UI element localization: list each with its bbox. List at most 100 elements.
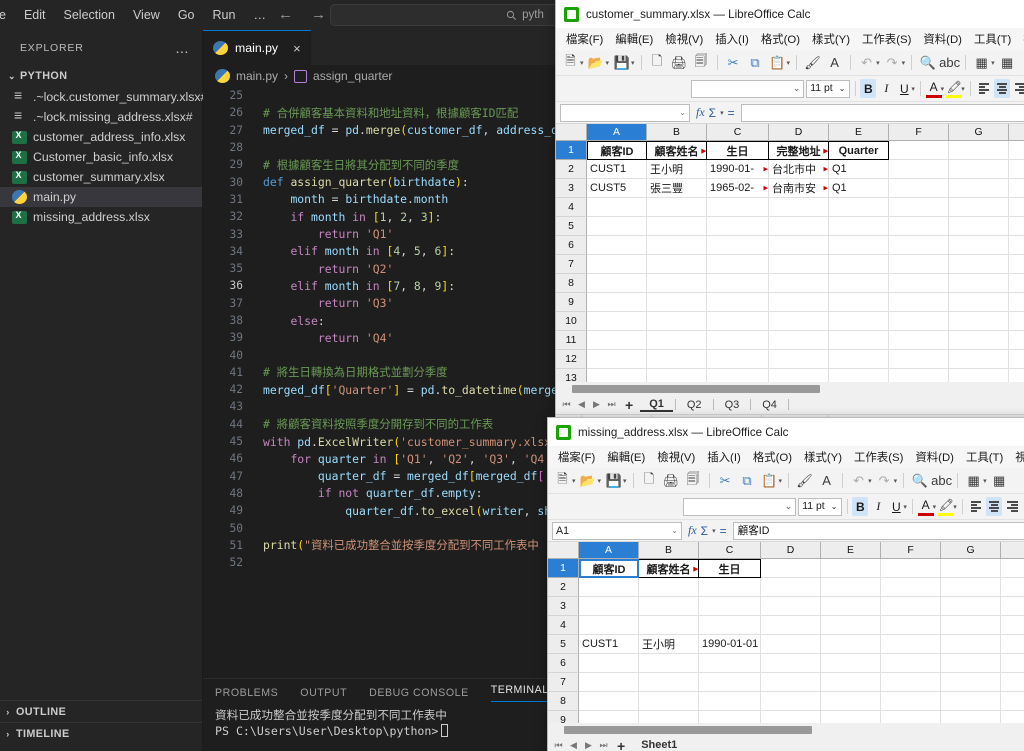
formula-equals-icon[interactable]: = <box>728 106 735 120</box>
cell-B11[interactable] <box>647 331 707 350</box>
cell-A2[interactable]: CUST1 <box>587 160 647 179</box>
calc-menu-item-9[interactable]: 視窗(W) <box>1017 31 1024 47</box>
calc-menu-item-0[interactable]: 檔案(F) <box>560 31 609 47</box>
menu-item-file[interactable]: e <box>0 4 15 26</box>
cell-G8[interactable] <box>941 692 1001 711</box>
font-color-button[interactable]: A <box>926 79 942 98</box>
cell-B6[interactable] <box>647 236 707 255</box>
cell-G3[interactable] <box>941 597 1001 616</box>
cell-H13[interactable] <box>1009 369 1024 382</box>
cell-E5[interactable] <box>829 217 889 236</box>
new-doc-icon[interactable]: 🗎 <box>553 471 572 490</box>
cell-B1[interactable]: 顧客姓名 <box>647 141 707 160</box>
cell-H3[interactable] <box>1001 597 1024 616</box>
cell-E4[interactable] <box>829 198 889 217</box>
sum-icon[interactable]: Σ <box>701 524 708 538</box>
cell-H7[interactable] <box>1009 255 1024 274</box>
panel-tab-debug-console[interactable]: DEBUG CONSOLE <box>369 687 469 699</box>
cell-F5[interactable] <box>881 635 941 654</box>
row-header-4[interactable]: 4 <box>556 198 587 217</box>
row-header-3[interactable]: 3 <box>556 179 587 198</box>
cell-E10[interactable] <box>829 312 889 331</box>
cell-B8[interactable] <box>647 274 707 293</box>
row-header-9[interactable]: 9 <box>548 711 579 723</box>
row-header-9[interactable]: 9 <box>556 293 587 312</box>
column-header-D[interactable]: D <box>761 542 821 559</box>
row-header-6[interactable]: 6 <box>548 654 579 673</box>
cell-F11[interactable] <box>889 331 949 350</box>
cell-F5[interactable] <box>889 217 949 236</box>
cell-C5[interactable]: 1990-01-01 <box>699 635 761 654</box>
cell-A2[interactable] <box>579 578 639 597</box>
cell-A11[interactable] <box>587 331 647 350</box>
align-right-button[interactable] <box>1004 497 1020 516</box>
cell-F8[interactable] <box>881 692 941 711</box>
cell-G13[interactable] <box>949 369 1009 382</box>
cell-E4[interactable] <box>821 616 881 635</box>
row-header-8[interactable]: 8 <box>556 274 587 293</box>
cell-A9[interactable] <box>579 711 639 723</box>
sum-icon[interactable]: Σ <box>709 106 716 120</box>
cell-F10[interactable] <box>889 312 949 331</box>
sheet-nav-next-icon[interactable]: ▶ <box>590 399 603 410</box>
calc-menu-item-7[interactable]: 資料(D) <box>917 31 968 47</box>
horizontal-scrollbar[interactable] <box>556 382 1024 395</box>
calc-menu-item-5[interactable]: 樣式(Y) <box>806 31 856 47</box>
cell-G9[interactable] <box>941 711 1001 723</box>
menu-item-more[interactable]: … <box>244 4 275 26</box>
cell-D11[interactable] <box>769 331 829 350</box>
cell-G1[interactable] <box>949 141 1009 160</box>
column-header-B[interactable]: B <box>647 124 707 141</box>
cell-A13[interactable] <box>587 369 647 382</box>
column-header-G[interactable]: G <box>941 542 1001 559</box>
calc-menu-item-6[interactable]: 工作表(S) <box>848 449 909 465</box>
cell-C9[interactable] <box>707 293 769 312</box>
calc-menu-item-3[interactable]: 插入(I) <box>709 31 755 47</box>
panel-tab-terminal[interactable]: TERMINAL <box>491 684 549 702</box>
calc-menu-item-4[interactable]: 格式(O) <box>747 449 798 465</box>
row-header-13[interactable]: 13 <box>556 369 587 382</box>
file-item-main-py[interactable]: main.py <box>0 187 202 207</box>
font-size-select[interactable]: 11 pt ⌄ <box>806 80 849 98</box>
cell-G5[interactable] <box>949 217 1009 236</box>
cell-E2[interactable]: Q1 <box>829 160 889 179</box>
cell-B5[interactable]: 王小明 <box>639 635 699 654</box>
cut-icon[interactable]: ✂ <box>716 471 735 490</box>
function-wizard-icon[interactable]: fx <box>696 105 705 120</box>
cell-A4[interactable] <box>579 616 639 635</box>
cell-G5[interactable] <box>941 635 1001 654</box>
redo-icon[interactable]: ↷ <box>883 53 902 72</box>
file-item-customer-basic-info[interactable]: Customer_basic_info.xlsx <box>0 147 202 167</box>
cell-H9[interactable] <box>1009 293 1024 312</box>
bold-button[interactable]: B <box>852 497 868 516</box>
cell-D1[interactable]: 完整地址 <box>769 141 829 160</box>
formula-input[interactable] <box>741 104 1024 122</box>
calc-menu-item-6[interactable]: 工作表(S) <box>856 31 917 47</box>
calc-window-customer-summary[interactable]: customer_summary.xlsx — LibreOffice Calc… <box>556 0 1024 422</box>
cell-C2[interactable]: 1990-01- <box>707 160 769 179</box>
cell-A6[interactable] <box>579 654 639 673</box>
calc-menu-item-8[interactable]: 工具(T) <box>960 449 1009 465</box>
font-name-select[interactable]: ⌄ <box>683 498 796 516</box>
row-header-12[interactable]: 12 <box>556 350 587 369</box>
row-header-6[interactable]: 6 <box>556 236 587 255</box>
new-doc-icon[interactable]: 🗎 <box>561 53 580 72</box>
cell-D2[interactable]: 台北市中 <box>769 160 829 179</box>
row-header-4[interactable]: 4 <box>548 616 579 635</box>
sheet-tab-Q3[interactable]: Q3 <box>716 399 749 411</box>
cell-H2[interactable] <box>1009 160 1024 179</box>
table-icon[interactable]: ▦ <box>964 471 983 490</box>
cell-A7[interactable] <box>587 255 647 274</box>
calc-menu-item-4[interactable]: 格式(O) <box>755 31 806 47</box>
cell-D7[interactable] <box>761 673 821 692</box>
cell-C1[interactable]: 生日 <box>699 559 761 578</box>
copy-icon[interactable]: ⧉ <box>738 471 757 490</box>
cell-F12[interactable] <box>889 350 949 369</box>
chevron-down-icon[interactable]: ▾ <box>961 85 965 93</box>
align-center-button[interactable] <box>994 79 1010 98</box>
sheet-nav-next-icon[interactable]: ▶ <box>582 740 595 751</box>
spelling-icon[interactable]: abc <box>940 53 959 72</box>
sheet-nav-last-icon[interactable]: ⏭ <box>605 399 618 410</box>
panel-tab-output[interactable]: OUTPUT <box>300 687 347 699</box>
chevron-down-icon[interactable]: ▾ <box>933 503 937 511</box>
